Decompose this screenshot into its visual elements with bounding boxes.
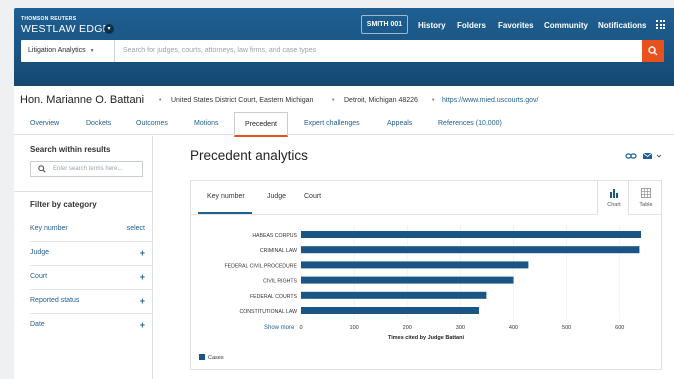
page-title: Precedent analytics (190, 148, 308, 163)
filter-select-link[interactable]: select (127, 222, 145, 236)
x-tick-label: 100 (350, 325, 359, 331)
search-scope-dropdown[interactable]: Litigation Analytics ▼ (21, 40, 115, 62)
tab-dockets[interactable]: Dockets (86, 112, 111, 135)
judge-court: United States District Court, Eastern Mi… (171, 97, 314, 104)
precedent-bar-chart: HABEAS CORPUS CRIMINAL LAW FEDERAL CIVIL P… (224, 225, 641, 341)
tab-references[interactable]: References (10,000) (438, 112, 502, 135)
separator-dot: • (332, 97, 335, 104)
table-icon (641, 188, 651, 198)
apps-grid-icon[interactable] (656, 20, 665, 29)
tab-appeals[interactable]: Appeals (387, 112, 412, 135)
table-view-button[interactable]: Table (630, 181, 662, 215)
category-label: CONSTITUTIONAL LAW (239, 309, 297, 315)
divider (30, 265, 153, 266)
search-within-input[interactable]: Enter search terms here... (30, 161, 143, 177)
bar (301, 307, 479, 314)
search-bar: Litigation Analytics ▼ Search for judges,… (21, 40, 664, 62)
filter-label: Reported status (30, 297, 80, 304)
divider (14, 191, 153, 192)
tab-overview[interactable]: Overview (30, 112, 59, 135)
filter-reported-status[interactable]: Reported status + (30, 294, 145, 308)
chart-tab-judge[interactable]: Judge (267, 193, 286, 200)
nav-folders[interactable]: Folders (457, 17, 486, 35)
tab-motions[interactable]: Motions (194, 112, 219, 135)
chart-tab-key-number[interactable]: Key number (207, 193, 245, 200)
tab-bar: Overview Dockets Outcomes Motions Preced… (14, 112, 674, 137)
client-id-button[interactable]: SMITH 001 (361, 15, 408, 34)
search-within-heading: Search within results (30, 145, 111, 154)
divider (30, 241, 153, 242)
filter-label: Judge (30, 249, 50, 256)
filter-key-number[interactable]: Key number select (30, 222, 145, 236)
tab-precedent[interactable]: Precedent (234, 112, 288, 137)
expand-plus-icon[interactable]: + (140, 318, 145, 332)
search-button[interactable] (642, 40, 664, 62)
bar (301, 291, 487, 299)
category-label: FEDERAL COURTS (250, 294, 298, 300)
divider (30, 313, 153, 314)
separator-dot: • (159, 97, 162, 104)
chart-tab-court[interactable]: Court (304, 193, 321, 200)
x-tick-label: 0 (299, 325, 302, 331)
filter-sidebar: Search within results Enter search terms… (14, 136, 153, 379)
judge-location: Detroit, Michigan 48226 (344, 97, 418, 104)
chart-view-button[interactable]: Chart (597, 181, 629, 215)
bar (301, 261, 529, 269)
x-tick-label: 500 (562, 325, 571, 331)
chart-card: Key number Judge Court Chart Table HABEA… (190, 180, 662, 370)
category-label: CIVIL RIGHTS (263, 279, 297, 285)
bar (301, 246, 640, 254)
email-icon[interactable] (642, 151, 664, 161)
bar (301, 276, 514, 284)
expand-plus-icon[interactable]: + (140, 270, 145, 284)
x-axis-label: Times cited by Judge Battani (388, 335, 464, 341)
search-input[interactable]: Search for judges, courts, attorneys, la… (123, 40, 316, 62)
expand-plus-icon[interactable]: + (140, 294, 145, 308)
chart-legend: Cases (199, 354, 224, 361)
search-icon (648, 46, 658, 56)
filter-heading: Filter by category (30, 200, 97, 209)
category-label: CRIMINAL LAW (260, 248, 297, 254)
filter-court[interactable]: Court + (30, 270, 145, 284)
link-icon[interactable] (625, 151, 637, 161)
tab-outcomes[interactable]: Outcomes (136, 112, 168, 135)
filter-label: Key number (30, 225, 68, 232)
nav-community[interactable]: Community (544, 17, 588, 35)
category-label: FEDERAL CIVIL PROCEDURE (224, 263, 297, 269)
bar-chart-icon (610, 189, 618, 198)
nav-history[interactable]: History (418, 17, 446, 35)
x-tick-label: 400 (509, 325, 518, 331)
filter-date[interactable]: Date + (30, 318, 145, 332)
brand-caret-icon[interactable]: ▾ (104, 24, 114, 34)
nav-notifications[interactable]: Notifications (598, 17, 646, 35)
separator-dot: • (432, 97, 435, 104)
show-more-link[interactable]: Show more (264, 325, 295, 331)
brand-logo[interactable]: WESTLAW EDGE (21, 23, 110, 35)
bar (301, 231, 641, 238)
x-tick-label: 200 (403, 325, 412, 331)
judge-name: Hon. Marianne O. Battani (20, 94, 145, 106)
court-website-link[interactable]: https://www.mied.uscourts.gov/ (442, 97, 538, 104)
top-header: THOMSON REUTERS WESTLAW EDGE ▾ SMITH 001… (14, 8, 674, 86)
x-tick-label: 600 (615, 325, 624, 331)
search-icon (38, 165, 46, 173)
search-within-placeholder: Enter search terms here... (53, 166, 123, 172)
legend-swatch (199, 354, 205, 360)
brand-company: THOMSON REUTERS (21, 16, 77, 22)
category-label: HABEAS CORPUS (252, 233, 297, 239)
nav-favorites[interactable]: Favorites (498, 17, 534, 35)
filter-judge[interactable]: Judge + (30, 246, 145, 260)
expand-plus-icon[interactable]: + (140, 246, 145, 260)
divider (30, 289, 153, 290)
chart-view-label: Chart (607, 202, 621, 208)
chevron-down-icon: ▼ (89, 48, 95, 54)
filter-label: Date (30, 321, 45, 328)
search-scope-label: Litigation Analytics (28, 47, 86, 54)
filter-label: Court (30, 273, 48, 280)
x-tick-label: 300 (456, 325, 465, 331)
legend-label: Cases (208, 355, 224, 361)
table-view-label: Table (639, 202, 653, 208)
tab-expert-challenges[interactable]: Expert challenges (304, 112, 360, 135)
app-window: THOMSON REUTERS WESTLAW EDGE ▾ SMITH 001… (14, 8, 674, 379)
